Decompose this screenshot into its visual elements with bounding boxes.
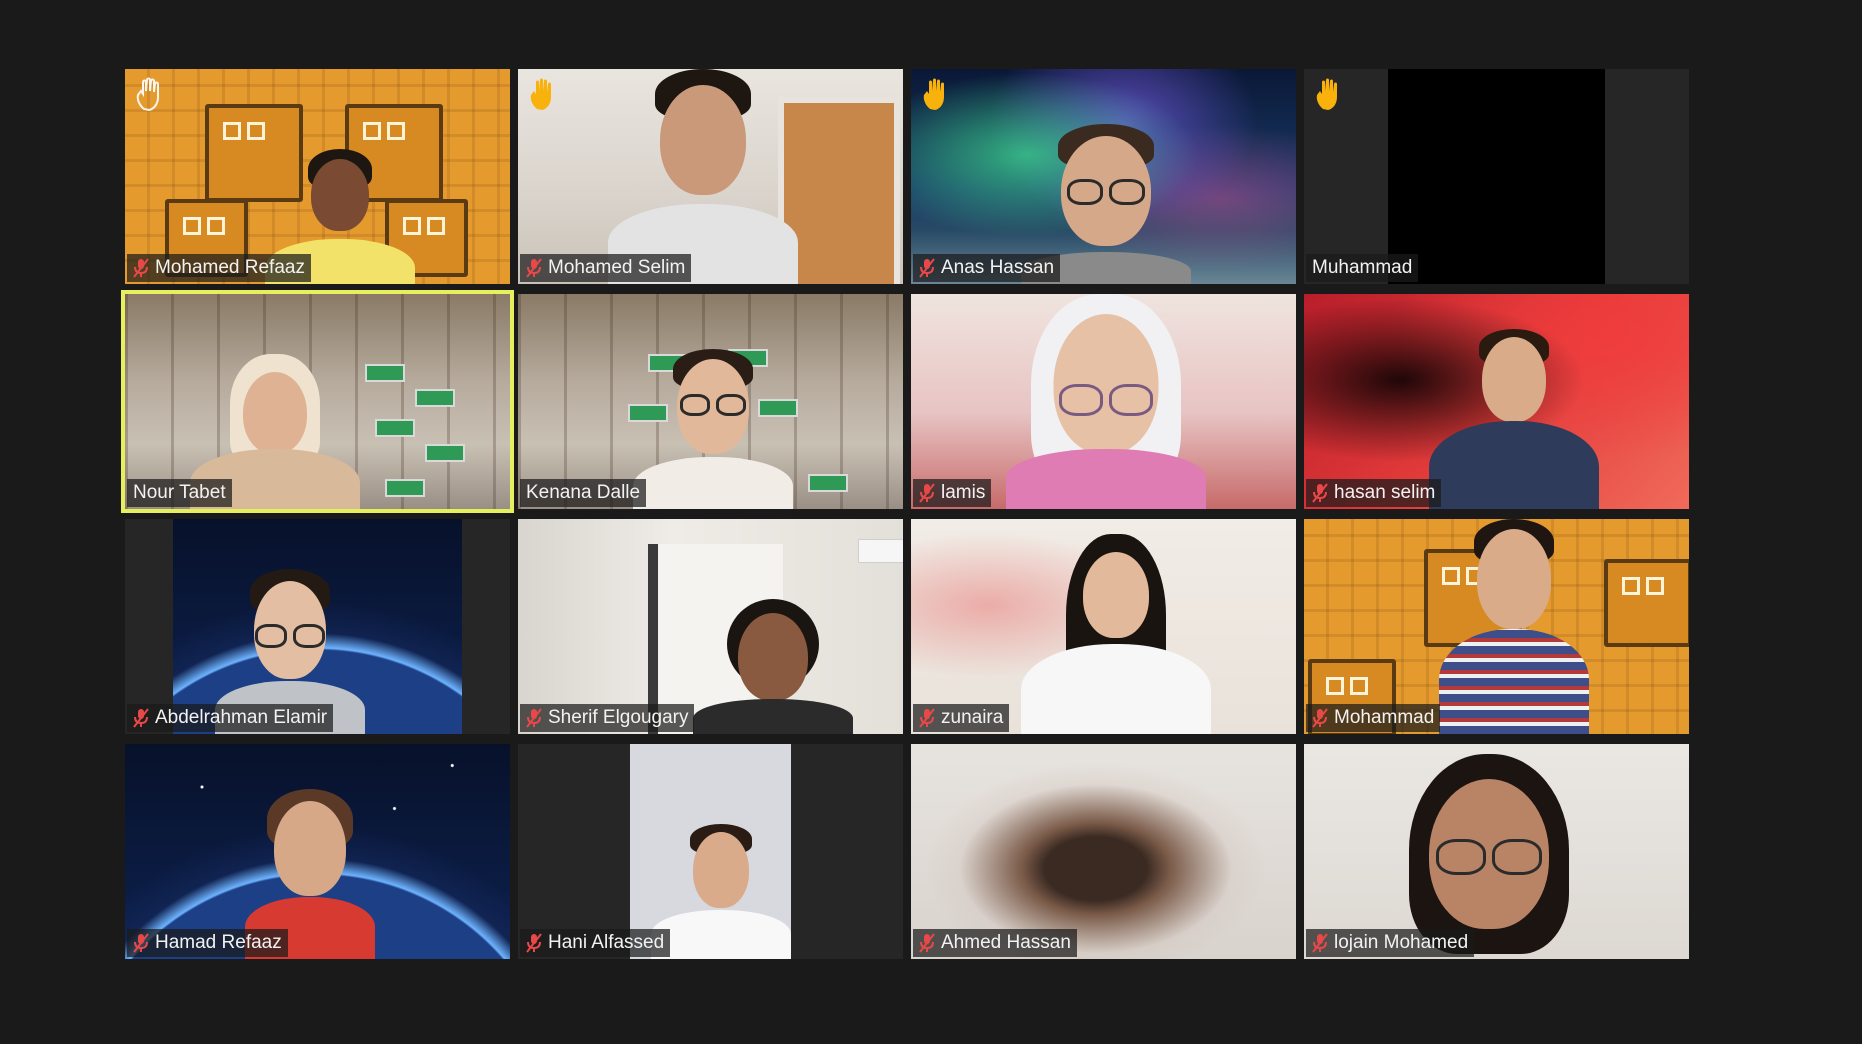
participant-tile[interactable]: zunaira: [911, 519, 1296, 734]
mic-off-icon: [526, 933, 542, 953]
participant-video: [1304, 69, 1689, 284]
participant-video: [518, 69, 903, 284]
participant-name: Mohammad: [1334, 707, 1435, 728]
participant-video: [518, 294, 903, 509]
participant-video: [125, 294, 510, 509]
participant-name-label: Sherif Elgougary: [520, 704, 695, 732]
participant-tile[interactable]: Hamad Refaaz: [125, 744, 510, 959]
participant-video: [911, 519, 1296, 734]
participant-video: [911, 69, 1296, 284]
mic-off-icon: [133, 933, 149, 953]
participant-name-label: Anas Hassan: [913, 254, 1061, 282]
participant-tile[interactable]: Hani Alfassed: [518, 744, 903, 959]
mic-off-icon: [919, 933, 935, 953]
mic-off-icon: [1312, 708, 1328, 728]
participant-tile[interactable]: Abdelrahman Elamir: [125, 519, 510, 734]
participant-name-label: Nour Tabet: [127, 479, 232, 507]
participant-video: [125, 744, 510, 959]
participant-tile[interactable]: Sherif Elgougary: [518, 519, 903, 734]
participant-name: lojain Mohamed: [1334, 932, 1469, 953]
participant-name-label: hasan selim: [1306, 479, 1442, 507]
participant-name-label: Hani Alfassed: [520, 929, 671, 957]
mic-off-icon: [133, 708, 149, 728]
mic-off-icon: [919, 258, 935, 278]
participant-video: [1304, 744, 1689, 959]
participant-video: [518, 519, 903, 734]
participant-name: Sherif Elgougary: [548, 707, 689, 728]
participant-name: Nour Tabet: [133, 482, 226, 503]
mic-off-icon: [1312, 933, 1328, 953]
participant-name-label: Mohamed Selim: [520, 254, 692, 282]
video-gallery: Mohamed Refaaz Mohamed Selim Anas Hassan…: [121, 69, 1689, 959]
participant-name-label: Kenana Dalle: [520, 479, 647, 507]
participant-video: [125, 69, 510, 284]
participant-name-label: Muhammad: [1306, 254, 1419, 282]
participant-tile[interactable]: Mohammad: [1304, 519, 1689, 734]
raised-hand-icon: [1314, 77, 1344, 111]
mic-off-icon: [526, 708, 542, 728]
participant-name: Hani Alfassed: [548, 932, 665, 953]
participant-name-label: Mohammad: [1306, 704, 1441, 732]
participant-tile[interactable]: Muhammad: [1304, 69, 1689, 284]
participant-name-label: Abdelrahman Elamir: [127, 704, 334, 732]
mic-off-icon: [133, 258, 149, 278]
participant-name: zunaira: [941, 707, 1004, 728]
participant-name: Kenana Dalle: [526, 482, 641, 503]
participant-name: Ahmed Hassan: [941, 932, 1071, 953]
participant-name: Abdelrahman Elamir: [155, 707, 328, 728]
participant-name-label: Ahmed Hassan: [913, 929, 1077, 957]
participant-tile[interactable]: lojain Mohamed: [1304, 744, 1689, 959]
participant-name-label: zunaira: [913, 704, 1010, 732]
participant-tile[interactable]: Anas Hassan: [911, 69, 1296, 284]
participant-name: Anas Hassan: [941, 257, 1055, 278]
participant-video: [125, 519, 510, 734]
participant-video: [1304, 519, 1689, 734]
participant-tile[interactable]: Mohamed Refaaz: [125, 69, 510, 284]
participant-name-label: Hamad Refaaz: [127, 929, 288, 957]
participant-video: [911, 744, 1296, 959]
participant-video: [518, 744, 903, 959]
participant-tile[interactable]: Mohamed Selim: [518, 69, 903, 284]
participant-tile-active-speaker[interactable]: Nour Tabet: [121, 290, 514, 513]
mic-off-icon: [1312, 483, 1328, 503]
participant-name: hasan selim: [1334, 482, 1436, 503]
participant-video: [911, 294, 1296, 509]
mic-off-icon: [526, 258, 542, 278]
participant-name: Muhammad: [1312, 257, 1413, 278]
participant-tile[interactable]: hasan selim: [1304, 294, 1689, 509]
participant-name: Mohamed Refaaz: [155, 257, 305, 278]
participant-tile[interactable]: Ahmed Hassan: [911, 744, 1296, 959]
raised-hand-icon: [135, 77, 165, 111]
participant-name-label: Mohamed Refaaz: [127, 254, 311, 282]
raised-hand-icon: [528, 77, 558, 111]
participant-name-label: lojain Mohamed: [1306, 929, 1475, 957]
participant-name: Hamad Refaaz: [155, 932, 282, 953]
participant-name: Mohamed Selim: [548, 257, 686, 278]
raised-hand-icon: [921, 77, 951, 111]
mic-off-icon: [919, 708, 935, 728]
participant-video: [1304, 294, 1689, 509]
participant-tile[interactable]: Kenana Dalle: [518, 294, 903, 509]
participant-tile[interactable]: lamis: [911, 294, 1296, 509]
participant-name: lamis: [941, 482, 986, 503]
mic-off-icon: [919, 483, 935, 503]
participant-name-label: lamis: [913, 479, 992, 507]
